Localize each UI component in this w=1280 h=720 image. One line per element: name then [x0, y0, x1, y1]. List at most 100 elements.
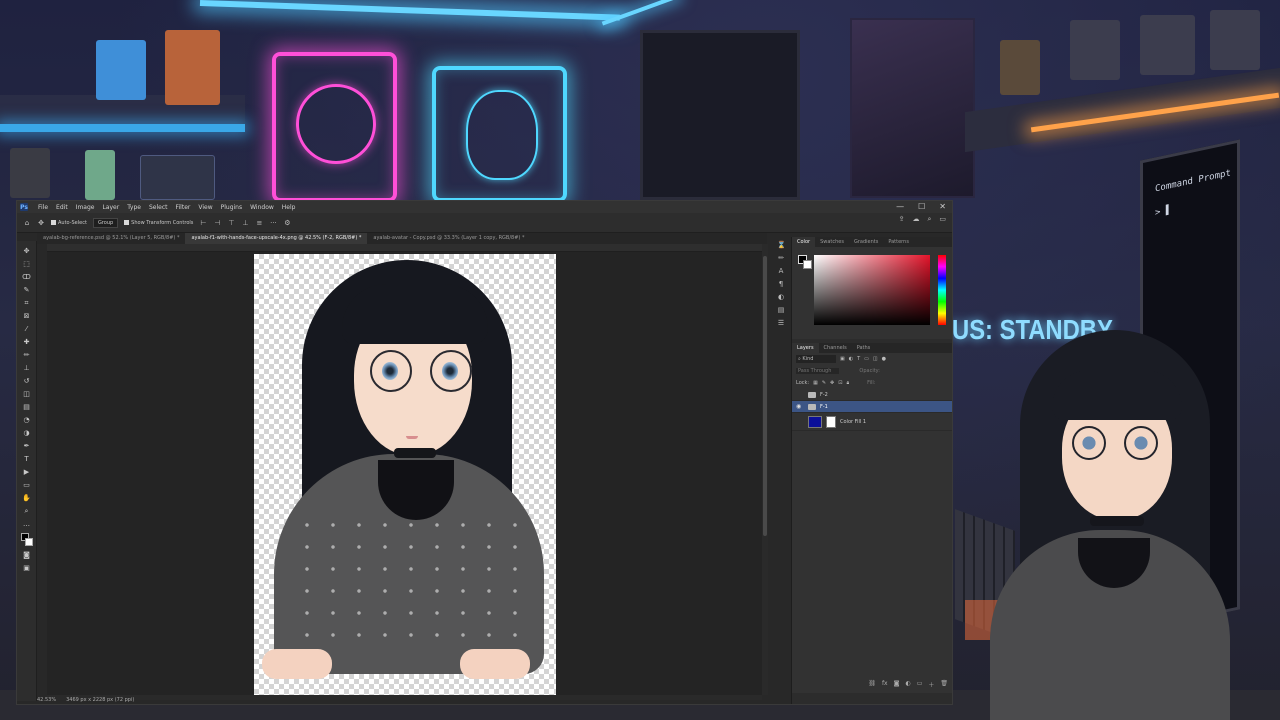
panel-color-swatches[interactable]	[798, 255, 812, 269]
align-top-icon[interactable]: ⊥	[241, 219, 249, 227]
color-picker-field[interactable]	[814, 255, 930, 325]
path-select-tool-icon[interactable]: ▶	[22, 468, 31, 477]
adjustment-layer-icon[interactable]: ◐	[905, 680, 910, 689]
libraries-icon[interactable]: ▤	[777, 306, 785, 314]
tab-f1-upscale[interactable]: ayalab-f1-with-hands-face-upscale-4x.png…	[185, 233, 368, 244]
frame-tool-icon[interactable]: ⊠	[22, 312, 31, 321]
hand-tool-icon[interactable]: ✋	[22, 494, 31, 503]
vertical-scrollbar[interactable]	[762, 244, 768, 695]
menu-help[interactable]: Help	[278, 204, 300, 211]
tab-patterns[interactable]: Patterns	[883, 237, 914, 247]
show-transform-checkbox[interactable]: Show Transform Controls	[124, 220, 193, 226]
quick-select-tool-icon[interactable]: ✎	[22, 286, 31, 295]
add-mask-icon[interactable]: ◙	[894, 680, 900, 689]
brush-settings-icon[interactable]: ✏	[777, 254, 785, 262]
menu-window[interactable]: Window	[246, 204, 278, 211]
menu-layer[interactable]: Layer	[98, 204, 123, 211]
panel-background-color[interactable]	[803, 260, 812, 269]
link-layers-icon[interactable]: ⛓	[868, 680, 876, 689]
tab-paths[interactable]: Paths	[852, 343, 876, 353]
filter-shape-icon[interactable]: ▭	[864, 356, 869, 362]
layer-kind-filter[interactable]: ⌕ Kind	[796, 355, 836, 363]
tab-channels[interactable]: Channels	[819, 343, 852, 353]
tab-bg-reference[interactable]: ayalab-bg-reference.psd @ 52.1% (Layer 5…	[37, 233, 185, 244]
zoom-tool-icon[interactable]: ⌕	[22, 507, 31, 516]
dodge-tool-icon[interactable]: ◑	[22, 429, 31, 438]
menu-view[interactable]: View	[194, 204, 216, 211]
layer-row-f2[interactable]: F-2	[792, 389, 952, 401]
eyedropper-tool-icon[interactable]: ⁄	[22, 325, 31, 334]
visibility-eye-icon[interactable]: ◉	[796, 403, 802, 410]
blend-mode-dropdown[interactable]: Pass Through	[796, 368, 840, 374]
align-left-icon[interactable]: ⊢	[199, 219, 207, 227]
screen-mode-icon[interactable]: ▣	[22, 564, 31, 573]
more-tools-icon[interactable]: …	[22, 520, 31, 529]
gradient-tool-icon[interactable]: ▤	[22, 403, 31, 412]
paragraph-icon[interactable]: ¶	[777, 280, 785, 288]
auto-select-checkbox[interactable]: Auto-Select	[51, 220, 87, 226]
lasso-tool-icon[interactable]: ↀ	[22, 273, 31, 282]
share-icon[interactable]: ⇪	[899, 215, 905, 224]
maximize-button[interactable]: ☐	[918, 202, 925, 211]
lock-all-icon[interactable]: 🔒︎	[846, 380, 849, 386]
menu-plugins[interactable]: Plugins	[217, 204, 247, 211]
brush-tool-icon[interactable]: ✏	[22, 351, 31, 360]
history-brush-icon[interactable]: ↺	[22, 377, 31, 386]
lock-pixels-icon[interactable]: ▦	[813, 380, 818, 386]
settings-gear-icon[interactable]: ⚙	[283, 219, 291, 227]
more-options-icon[interactable]: ···	[269, 219, 277, 227]
cloud-icon[interactable]: ☁	[912, 215, 919, 224]
quick-mask-icon[interactable]: ◙	[22, 551, 31, 560]
filter-smart-icon[interactable]: ◫	[873, 356, 878, 362]
align-center-icon[interactable]: ⊣	[213, 219, 221, 227]
document-canvas[interactable]	[254, 254, 556, 695]
new-group-icon[interactable]: ▭	[917, 680, 923, 689]
menu-file[interactable]: File	[34, 204, 52, 211]
minimize-button[interactable]: —	[896, 202, 904, 211]
shape-tool-icon[interactable]: ▭	[22, 481, 31, 490]
document-info[interactable]: 3469 px x 2228 px (72 ppi)	[66, 697, 134, 703]
close-button[interactable]: ✕	[939, 202, 946, 211]
menu-image[interactable]: Image	[72, 204, 99, 211]
menu-type[interactable]: Type	[123, 204, 145, 211]
lock-artboard-icon[interactable]: ⊡	[838, 380, 842, 386]
filter-toggle-icon[interactable]: ●	[882, 356, 886, 362]
properties-icon[interactable]: ☰	[777, 319, 785, 327]
home-icon[interactable]: ⌂	[23, 219, 31, 227]
tab-color[interactable]: Color	[792, 237, 816, 247]
canvas-area[interactable]	[47, 252, 762, 695]
delete-layer-icon[interactable]: 🗑︎	[940, 680, 948, 689]
marquee-tool-icon[interactable]: ⬚	[22, 260, 31, 269]
character-icon[interactable]: A	[777, 267, 785, 275]
stamp-tool-icon[interactable]: ⊥	[22, 364, 31, 373]
eraser-tool-icon[interactable]: ◫	[22, 390, 31, 399]
blur-tool-icon[interactable]: ◔	[22, 416, 31, 425]
type-tool-icon[interactable]: T	[22, 455, 31, 464]
filter-pixel-icon[interactable]: ▣	[840, 356, 845, 362]
layer-row-color-fill[interactable]: Color Fill 1	[792, 413, 952, 431]
menu-edit[interactable]: Edit	[52, 204, 72, 211]
tab-swatches[interactable]: Swatches	[815, 237, 849, 247]
move-tool-icon[interactable]: ✥	[22, 247, 31, 256]
layer-row-f1[interactable]: ◉ F-1	[792, 401, 952, 413]
hue-slider[interactable]	[938, 255, 946, 325]
align-right-icon[interactable]: ⊤	[227, 219, 235, 227]
new-layer-icon[interactable]: ＋	[928, 680, 934, 689]
fx-icon[interactable]: fx	[882, 680, 888, 689]
workspace-icon[interactable]: ▭	[939, 215, 946, 224]
tab-avatar-copy[interactable]: ayalab-avatar - Copy.psd @ 33.3% (Layer …	[367, 233, 530, 244]
filter-type-icon[interactable]: T	[857, 356, 860, 362]
auto-select-target-dropdown[interactable]: Group	[92, 217, 119, 228]
background-color[interactable]	[24, 538, 33, 546]
lock-paint-icon[interactable]: ✎	[822, 380, 826, 386]
pen-tool-icon[interactable]: ✒	[22, 442, 31, 451]
adjustments-icon[interactable]: ◐	[777, 293, 785, 301]
tab-gradients[interactable]: Gradients	[849, 237, 883, 247]
distribute-icon[interactable]: ≡	[255, 219, 263, 227]
crop-tool-icon[interactable]: ⌗	[22, 299, 31, 308]
menu-select[interactable]: Select	[145, 204, 172, 211]
history-icon[interactable]: ⌛	[777, 241, 786, 249]
tab-layers[interactable]: Layers	[792, 343, 819, 353]
zoom-level[interactable]: 42.53%	[37, 697, 56, 703]
healing-tool-icon[interactable]: ✚	[22, 338, 31, 347]
